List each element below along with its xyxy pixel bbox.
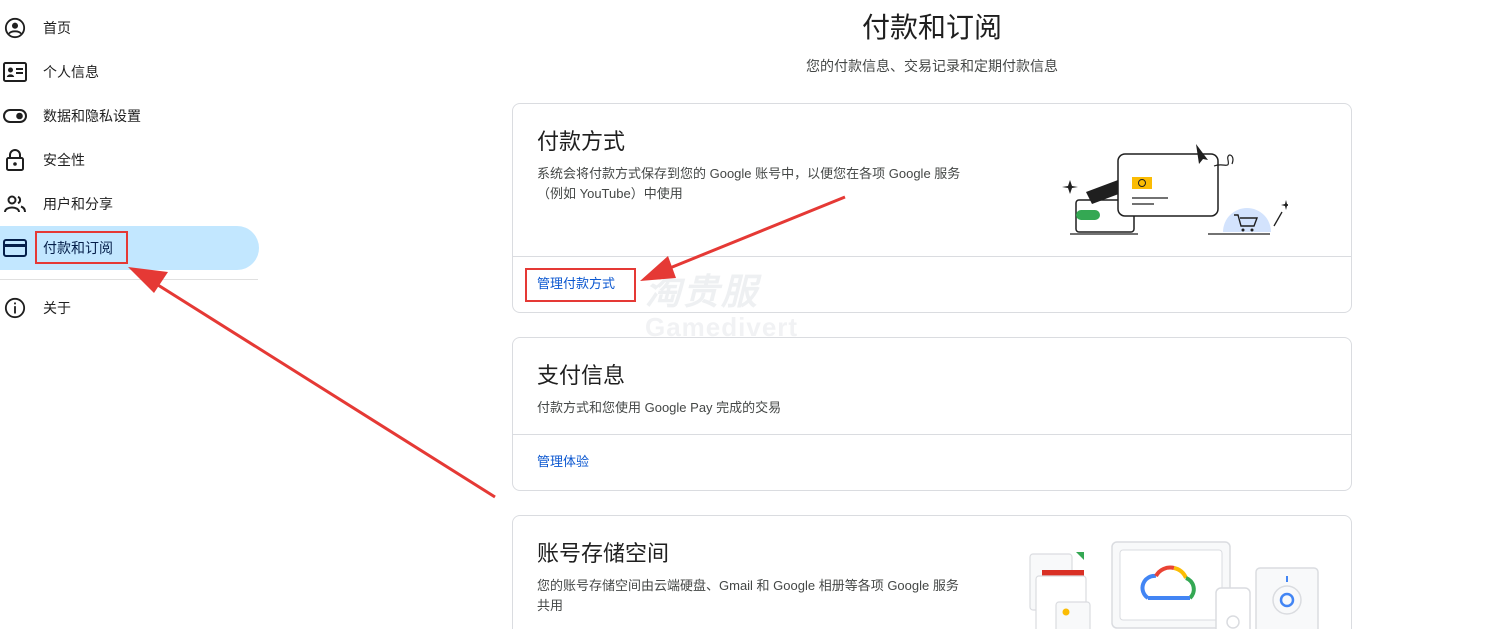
card-description: 系统会将付款方式保存到您的 Google 账号中，以便您在各项 Google 服… [537, 164, 1007, 204]
page-title: 付款和订阅 [861, 12, 1002, 43]
storage-illustration [1029, 541, 1319, 629]
payment-illustration [1062, 144, 1288, 235]
page-subtitle: 您的付款信息、交易记录和定期付款信息 [806, 58, 1058, 74]
people-icon [3, 192, 27, 216]
sidebar-item-personal-info[interactable]: 个人信息 [0, 50, 259, 94]
account-storage-card: 账号存储空间 您的账号存储空间由云端硬盘、Gmail 和 Google 相册等各… [512, 515, 1352, 629]
sidebar-item-label: 安全性 [43, 152, 85, 168]
card-title: 支付信息 [537, 363, 626, 388]
card-description: 您的账号存储空间由云端硬盘、Gmail 和 Google 相册等各项 Googl… [537, 576, 1007, 616]
sidebar-item-label: 个人信息 [43, 64, 99, 80]
card-description-line: 系统会将付款方式保存到您的 Google 账号中，以便您在各项 Google 服… [537, 166, 961, 181]
card-divider [513, 434, 1351, 435]
sidebar-item-label: 用户和分享 [43, 196, 113, 212]
card-description-line: 您的账号存储空间由云端硬盘、Gmail 和 Google 相册等各项 Googl… [537, 578, 959, 593]
account-circle-icon [3, 16, 27, 40]
sidebar-item-security[interactable]: 安全性 [0, 138, 259, 182]
sidebar-item-people-sharing[interactable]: 用户和分享 [0, 182, 259, 226]
payment-methods-card: 付款方式 系统会将付款方式保存到您的 Google 账号中，以便您在各项 Goo… [512, 103, 1352, 313]
card-title: 账号存储空间 [537, 541, 670, 566]
sidebar-item-label: 付款和订阅 [43, 240, 113, 256]
card-description: 付款方式和您使用 Google Pay 完成的交易 [537, 400, 782, 415]
id-card-icon [3, 60, 27, 84]
sidebar-item-label: 首页 [43, 20, 71, 36]
manage-payment-methods-link[interactable]: 管理付款方式 [537, 274, 615, 294]
toggle-icon [3, 104, 27, 128]
sidebar: 首页 个人信息 数据和隐私设置 安全性 用户和分享 付款和订阅 关于 [0, 0, 260, 629]
sidebar-divider [0, 279, 258, 280]
sidebar-item-data-privacy[interactable]: 数据和隐私设置 [0, 94, 259, 138]
sidebar-item-label: 数据和隐私设置 [43, 108, 141, 124]
sidebar-item-payments[interactable]: 付款和订阅 [0, 226, 259, 270]
card-title: 付款方式 [537, 129, 626, 154]
card-divider [513, 256, 1351, 257]
credit-card-icon [3, 236, 27, 260]
sidebar-item-about[interactable]: 关于 [0, 286, 259, 330]
lock-icon [3, 148, 27, 172]
card-description-line: （例如 YouTube）中使用 [537, 186, 683, 201]
manage-experience-link[interactable]: 管理体验 [537, 452, 589, 472]
sidebar-item-home[interactable]: 首页 [0, 6, 259, 50]
page: 首页 个人信息 数据和隐私设置 安全性 用户和分享 付款和订阅 关于 付款和订阅… [0, 0, 1491, 629]
card-description-line: 共用 [537, 598, 564, 613]
sidebar-item-label: 关于 [43, 300, 71, 316]
info-icon [3, 296, 27, 320]
payment-info-card: 支付信息 付款方式和您使用 Google Pay 完成的交易 管理体验 [512, 337, 1352, 491]
